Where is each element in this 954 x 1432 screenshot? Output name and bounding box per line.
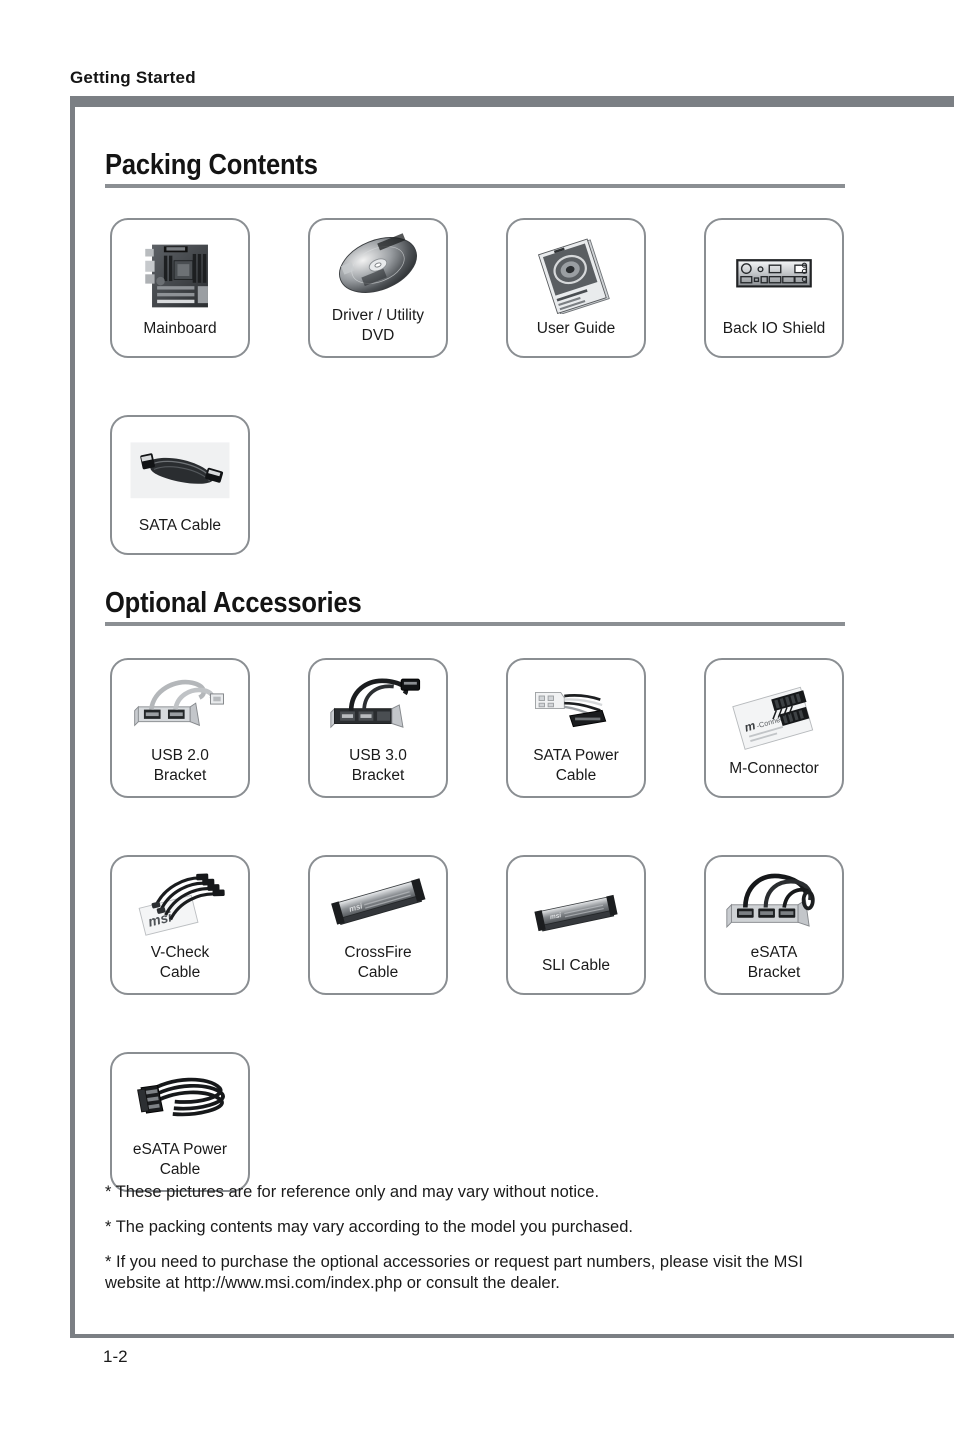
item-label: SATA Cable [138, 517, 222, 535]
item-card: USB 3.0 Bracket [308, 658, 448, 798]
back-io-shield-photo [715, 237, 833, 315]
item-label: USB 2.0 Bracket [151, 747, 209, 784]
footnote: * These pictures are for reference only … [105, 1183, 600, 1201]
footnote: * If you need to purchase the optional a… [105, 1252, 803, 1293]
item-label: eSATA Power Cable [132, 1141, 228, 1178]
sata-power-cable-photo [517, 666, 635, 744]
dvd-disc-photo [319, 226, 437, 304]
optional-accessories-grid: USB 2.0 Bracket USB 3.0 Bracket SATA Pow… [110, 658, 850, 1192]
v-check-cable-photo: msi [121, 863, 239, 941]
esata-bracket-photo [715, 863, 833, 941]
packing-contents-rule [105, 184, 845, 189]
mainboard-photo [121, 237, 239, 315]
packing-contents-grid: Mainboard Driver / Utility DVD User Guid… [110, 218, 850, 555]
item-card: m -Connector M-Connector [704, 658, 844, 798]
page-top-rule [70, 96, 954, 107]
item-label: V-Check Cable [150, 944, 210, 981]
item-card: Driver / Utility DVD [308, 218, 448, 358]
item-card: Mainboard [110, 218, 250, 358]
item-label: SLI Cable [541, 957, 611, 975]
running-head: Getting Started [70, 68, 196, 87]
item-label: Back IO Shield [722, 320, 826, 338]
item-label: M-Connector [729, 760, 819, 778]
item-card: SATA Cable [110, 415, 250, 555]
m-connector-photo: m -Connector [715, 677, 833, 755]
item-card: eSATA Bracket [704, 855, 844, 995]
item-label: CrossFire Cable [344, 944, 412, 981]
item-card: Back IO Shield [704, 218, 844, 358]
item-label: Mainboard [143, 320, 217, 338]
item-card: USB 2.0 Bracket [110, 658, 250, 798]
item-label: SATA Power Cable [533, 747, 619, 784]
optional-accessories-title: Optional Accessories [105, 587, 362, 619]
item-label: User Guide [536, 320, 616, 338]
item-label: Driver / Utility DVD [331, 307, 425, 344]
sata-cable-photo [121, 434, 239, 512]
item-card: eSATA Power Cable [110, 1052, 250, 1192]
item-card: User Guide [506, 218, 646, 358]
optional-accessories-rule [105, 622, 845, 627]
esata-power-cable-photo [121, 1060, 239, 1138]
footnote: * The packing contents may vary accordin… [105, 1217, 633, 1236]
item-card: msi SLI Cable [506, 855, 646, 995]
sli-cable-photo: msi [517, 874, 635, 952]
user-guide-booklet-photo [517, 237, 635, 315]
item-card: msi CrossFire Cable [308, 855, 448, 995]
crossfire-cable-photo: msi [319, 863, 437, 941]
footnotes: * These pictures are for reference only … [105, 1182, 853, 1308]
item-card: msi V-Check Cable [110, 855, 250, 995]
usb3-bracket-photo [319, 666, 437, 744]
item-label: eSATA Bracket [747, 944, 801, 981]
usb2-bracket-photo [121, 666, 239, 744]
packing-contents-section: Packing Contents [105, 149, 845, 189]
item-card: SATA Power Cable [506, 658, 646, 798]
packing-contents-title: Packing Contents [105, 149, 318, 181]
page-number: 1-2 [103, 1347, 128, 1366]
item-label: USB 3.0 Bracket [349, 747, 407, 784]
optional-accessories-section: Optional Accessories [105, 587, 845, 627]
page-left-rule [70, 107, 75, 1338]
page-bottom-rule [70, 1334, 954, 1338]
